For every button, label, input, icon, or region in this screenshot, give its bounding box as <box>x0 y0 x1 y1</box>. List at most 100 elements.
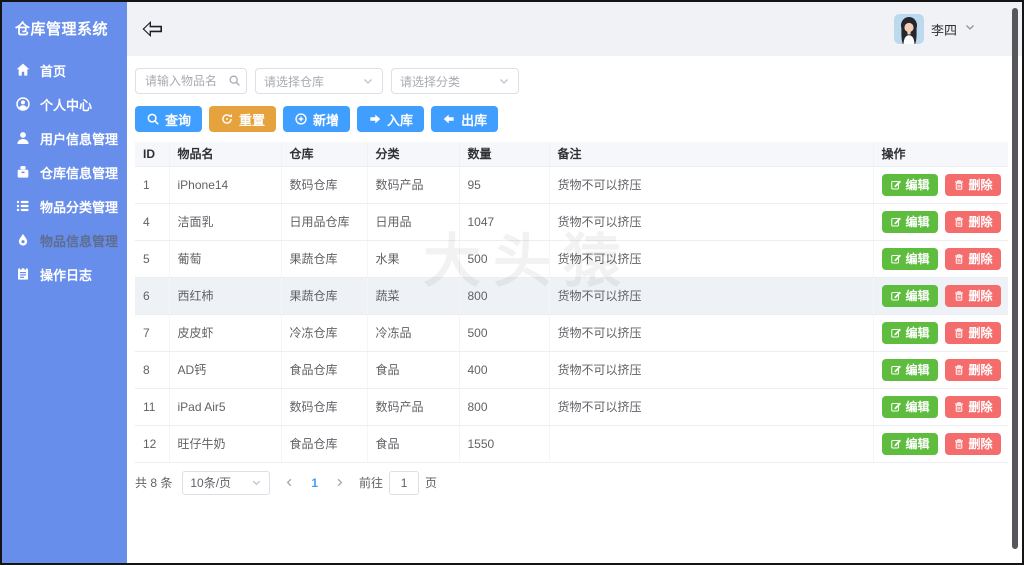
table-row: 11 iPad Air5 数码仓库 数码产品 800 货物不可以挤压 编辑 删除 <box>135 388 1008 426</box>
cell-quantity: 500 <box>459 240 550 278</box>
sidebar: 仓库管理系统 首页个人中心用户信息管理仓库信息管理物品分类管理物品信息管理操作日… <box>2 2 127 563</box>
chevron-down-icon <box>364 79 372 84</box>
cell-category: 食品 <box>367 425 460 463</box>
table-row: 12 旺仔牛奶 食品仓库 食品 1550 编辑 删除 <box>135 425 1008 463</box>
sidebar-item-5[interactable]: 物品分类管理 <box>2 189 127 223</box>
delete-button[interactable]: 删除 <box>944 173 1001 196</box>
cell-name: 西红柿 <box>169 277 282 315</box>
cell-name: AD钙 <box>169 351 282 389</box>
col-warehouse: 仓库 <box>281 142 368 167</box>
user-menu[interactable]: 李四 <box>893 14 976 44</box>
cell-category: 蔬菜 <box>367 277 460 315</box>
sidebar-menu: 首页个人中心用户信息管理仓库信息管理物品分类管理物品信息管理操作日志 <box>2 53 127 291</box>
next-page-button[interactable] <box>334 477 345 488</box>
cell-actions: 编辑 删除 <box>873 425 1008 463</box>
scrollbar-thumb[interactable] <box>1012 8 1018 549</box>
app-title: 仓库管理系统 <box>15 21 109 38</box>
inbound-button[interactable]: 入库 <box>357 106 425 132</box>
topbar: 李四 <box>127 2 1022 56</box>
delete-button[interactable]: 删除 <box>944 395 1001 418</box>
col-id: ID <box>135 142 170 167</box>
sidebar-item-label: 仓库信息管理 <box>40 165 119 181</box>
cell-note <box>549 425 874 463</box>
edit-button[interactable]: 编辑 <box>881 247 938 270</box>
cell-id: 4 <box>135 203 170 241</box>
cell-warehouse: 数码仓库 <box>281 388 368 426</box>
chevron-down-icon <box>253 480 261 486</box>
edit-button[interactable]: 编辑 <box>881 173 938 196</box>
item-drop-icon <box>15 232 31 248</box>
goto-page: 前往 页 <box>359 470 437 495</box>
category-list-icon <box>15 198 31 214</box>
avatar <box>893 14 924 44</box>
sidebar-item-label: 个人中心 <box>40 97 93 113</box>
warehouse-icon <box>15 164 31 180</box>
sidebar-item-2[interactable]: 个人中心 <box>2 87 127 121</box>
page-number[interactable]: 1 <box>311 476 318 490</box>
back-button[interactable] <box>141 17 165 41</box>
col-quantity: 数量 <box>459 142 550 167</box>
home-icon <box>15 62 31 78</box>
delete-button[interactable]: 删除 <box>944 247 1001 270</box>
cell-quantity: 500 <box>459 314 550 352</box>
category-select[interactable]: 请选择分类 <box>391 68 519 94</box>
sidebar-item-7[interactable]: 操作日志 <box>2 257 127 291</box>
sidebar-item-4[interactable]: 仓库信息管理 <box>2 155 127 189</box>
edit-button[interactable]: 编辑 <box>881 284 938 307</box>
cell-warehouse: 日用品仓库 <box>281 203 368 241</box>
cell-warehouse: 食品仓库 <box>281 351 368 389</box>
cell-category: 数码产品 <box>367 166 460 204</box>
cell-quantity: 95 <box>459 166 550 204</box>
cell-id: 12 <box>135 425 170 463</box>
outbound-button[interactable]: 出库 <box>431 106 499 132</box>
sidebar-item-3[interactable]: 用户信息管理 <box>2 121 127 155</box>
delete-button[interactable]: 删除 <box>944 321 1001 344</box>
cell-warehouse: 数码仓库 <box>281 166 368 204</box>
chevron-down-icon <box>964 20 976 38</box>
cell-actions: 编辑 删除 <box>873 277 1008 315</box>
cell-name: iPhone14 <box>169 166 282 204</box>
cell-note: 货物不可以挤压 <box>549 388 874 426</box>
pager: 1 <box>284 476 345 490</box>
chevron-right-icon <box>337 478 343 487</box>
delete-button[interactable]: 删除 <box>944 432 1001 455</box>
cell-note: 货物不可以挤压 <box>549 314 874 352</box>
query-button[interactable]: 查询 <box>135 106 203 132</box>
edit-button[interactable]: 编辑 <box>881 358 938 381</box>
warehouse-select[interactable]: 请选择仓库 <box>255 68 383 94</box>
warehouse-select-placeholder: 请选择仓库 <box>264 74 325 89</box>
cell-note: 货物不可以挤压 <box>549 240 874 278</box>
toolbar: 查询 重置 新增 入库 出库 <box>135 106 1008 132</box>
col-category: 分类 <box>367 142 460 167</box>
prev-page-button[interactable] <box>284 477 295 488</box>
delete-button[interactable]: 删除 <box>944 284 1001 307</box>
cell-name: 洁面乳 <box>169 203 282 241</box>
cell-id: 8 <box>135 351 170 389</box>
goto-page-input[interactable] <box>389 470 420 495</box>
edit-button[interactable]: 编辑 <box>881 395 938 418</box>
edit-button[interactable]: 编辑 <box>881 210 938 233</box>
sidebar-item-6[interactable]: 物品信息管理 <box>2 223 127 257</box>
table-row: 1 iPhone14 数码仓库 数码产品 95 货物不可以挤压 编辑 删除 <box>135 166 1008 204</box>
user-circle-icon <box>15 96 31 112</box>
filter-row: 请选择仓库 请选择分类 <box>135 68 1008 94</box>
table-row: 4 洁面乳 日用品仓库 日用品 1047 货物不可以挤压 编辑 删除 <box>135 203 1008 241</box>
add-button[interactable]: 新增 <box>283 106 351 132</box>
sidebar-item-label: 物品信息管理 <box>40 233 119 249</box>
total-count: 共 8 条 <box>135 476 173 490</box>
delete-button[interactable]: 删除 <box>944 358 1001 381</box>
sidebar-item-1[interactable]: 首页 <box>2 53 127 87</box>
app-window: 仓库管理系统 首页个人中心用户信息管理仓库信息管理物品分类管理物品信息管理操作日… <box>0 0 1024 565</box>
table-row: 7 皮皮虾 冷冻仓库 冷冻品 500 货物不可以挤压 编辑 删除 <box>135 314 1008 352</box>
delete-button[interactable]: 删除 <box>944 210 1001 233</box>
page-size-select[interactable]: 10条/页 <box>182 470 271 495</box>
cell-warehouse: 食品仓库 <box>281 425 368 463</box>
table-row: 6 西红柿 果蔬仓库 蔬菜 800 货物不可以挤压 编辑 删除 <box>135 277 1008 315</box>
reset-button[interactable]: 重置 <box>209 106 277 132</box>
cell-category: 冷冻品 <box>367 314 460 352</box>
cell-warehouse: 果蔬仓库 <box>281 240 368 278</box>
edit-button[interactable]: 编辑 <box>881 432 938 455</box>
back-arrow-icon <box>142 21 162 37</box>
items-table: ID 物品名 仓库 分类 数量 备注 操作 1 iPhone14 数码仓库 数码产品 9… <box>135 142 1008 463</box>
edit-button[interactable]: 编辑 <box>881 321 938 344</box>
